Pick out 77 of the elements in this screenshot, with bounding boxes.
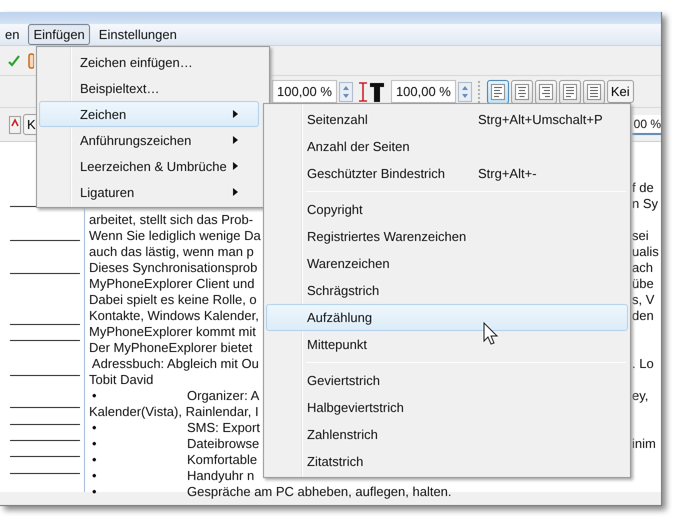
bullet: •	[91, 436, 98, 450]
menu-item[interactable]: Einfügen	[28, 24, 90, 45]
menu-item[interactable]: Zahlenstrich	[266, 421, 628, 448]
text-line: Dabei spielt es keine Rolle, o	[89, 292, 257, 306]
text-line: Dateibrowse	[187, 436, 260, 450]
menu-item[interactable]: en	[0, 24, 24, 45]
menu-item[interactable]: Zeichen einfügen…	[39, 49, 259, 75]
submenu-arrow-icon	[233, 162, 238, 170]
menu-item[interactable]: Anzahl der Seiten	[266, 133, 628, 160]
submenu-arrow-icon	[233, 188, 238, 196]
menu-item[interactable]: Anführungszeichen	[39, 127, 259, 153]
style-button[interactable]: Kei	[606, 80, 634, 103]
menu-item[interactable]: Copyright	[266, 196, 628, 223]
align-button[interactable]	[486, 80, 509, 104]
zoom-field[interactable]: 00 %	[632, 114, 661, 134]
spinner-icon[interactable]	[338, 82, 353, 102]
menu-item[interactable]: Halbgeviertstrich	[266, 394, 628, 421]
menu-item[interactable]: Mittepunkt	[266, 331, 628, 358]
spinner-icon[interactable]	[458, 82, 472, 102]
menu-item[interactable]: Einstellungen	[94, 24, 182, 45]
frame-icon[interactable]	[28, 52, 34, 68]
menu-item[interactable]: Leerzeichen & Umbrüche	[39, 153, 259, 179]
bullet: •	[91, 484, 98, 498]
text-line: Organizer: A	[187, 388, 260, 402]
menu-item[interactable]: Geschützter Bindestrich Strg+Alt+-	[266, 160, 628, 187]
text-line: auch das lästig, wenn man p	[89, 244, 254, 258]
bullet: •	[91, 452, 98, 466]
align-button[interactable]	[558, 80, 581, 104]
text-line: Gespräche am PC abheben, auflegen, halten.	[187, 484, 452, 498]
menu-item[interactable]: Beispieltext…	[39, 75, 259, 101]
scale-field[interactable]: 100,00 %	[390, 80, 456, 103]
text-line: Adressbuch: Abgleich mit Ou	[90, 356, 259, 370]
text-scale-icon	[356, 80, 387, 102]
text-line: Kalender(Vista), Rainlendar, I	[89, 404, 259, 418]
text-line: MyPhoneExplorer Client und	[89, 276, 254, 290]
checkmark-icon[interactable]	[8, 54, 20, 66]
text-fragment: n Sy	[632, 196, 660, 210]
text-fragment: s, V	[632, 292, 656, 306]
align-button[interactable]	[534, 80, 557, 104]
text-line: Dieses Synchronisationsprob	[89, 260, 258, 274]
text-fragment: übe	[632, 276, 655, 290]
text-fragment: f de	[632, 180, 655, 194]
text-line: Tobit David	[89, 372, 154, 386]
menu-item[interactable]: Schrägstrich	[266, 277, 628, 304]
text-line: arbeitet, stellt sich das Prob-	[89, 212, 254, 226]
menu-item[interactable]: Zeichen	[39, 101, 259, 127]
text-line: Der MyPhoneExplorer bietet	[89, 340, 252, 354]
bullet: •	[91, 420, 98, 434]
submenu-arrow-icon	[233, 110, 238, 118]
text-line: Kontakte, Windows Kalender,	[89, 308, 259, 322]
text-line: Wenn Sie lediglich wenige Da	[89, 228, 261, 242]
text-fragment: inim	[632, 436, 657, 450]
scale-field[interactable]: 100,00 %	[272, 80, 337, 103]
mouse-cursor-icon	[483, 322, 499, 346]
text-fragment: ach	[632, 260, 654, 274]
text-color-icon[interactable]	[9, 116, 21, 134]
bullet: •	[91, 388, 98, 402]
text-fragment: ualis	[632, 244, 660, 258]
text-fragment: den	[632, 308, 655, 322]
text-line: MyPhoneExplorer kommt mit	[89, 324, 256, 338]
menu-item[interactable]: Seitenzahl Strg+Alt+Umschalt+P	[266, 106, 628, 133]
text-fragment: sei	[632, 228, 650, 242]
align-button[interactable]	[510, 80, 533, 104]
bullet: •	[91, 468, 98, 482]
menu-item[interactable]: Registriertes Warenzeichen	[266, 223, 628, 250]
menu-item[interactable]: Zitatstrich	[266, 448, 628, 475]
menu-item[interactable]: Geviertstrich	[266, 367, 628, 394]
text-line: Komfortable	[187, 452, 258, 466]
menu-item[interactable]: Warenzeichen	[266, 250, 628, 277]
submenu-arrow-icon	[233, 136, 238, 144]
text-fragment: ey,	[632, 388, 650, 402]
text-fragment: . Lo	[632, 356, 655, 370]
text-line: Handyuhr n	[187, 468, 254, 482]
text-line: SMS: Export	[187, 420, 260, 434]
menu-item[interactable]: Ligaturen	[39, 179, 259, 205]
menu-item[interactable]: Aufzählung	[266, 304, 628, 331]
align-button[interactable]	[582, 80, 605, 104]
